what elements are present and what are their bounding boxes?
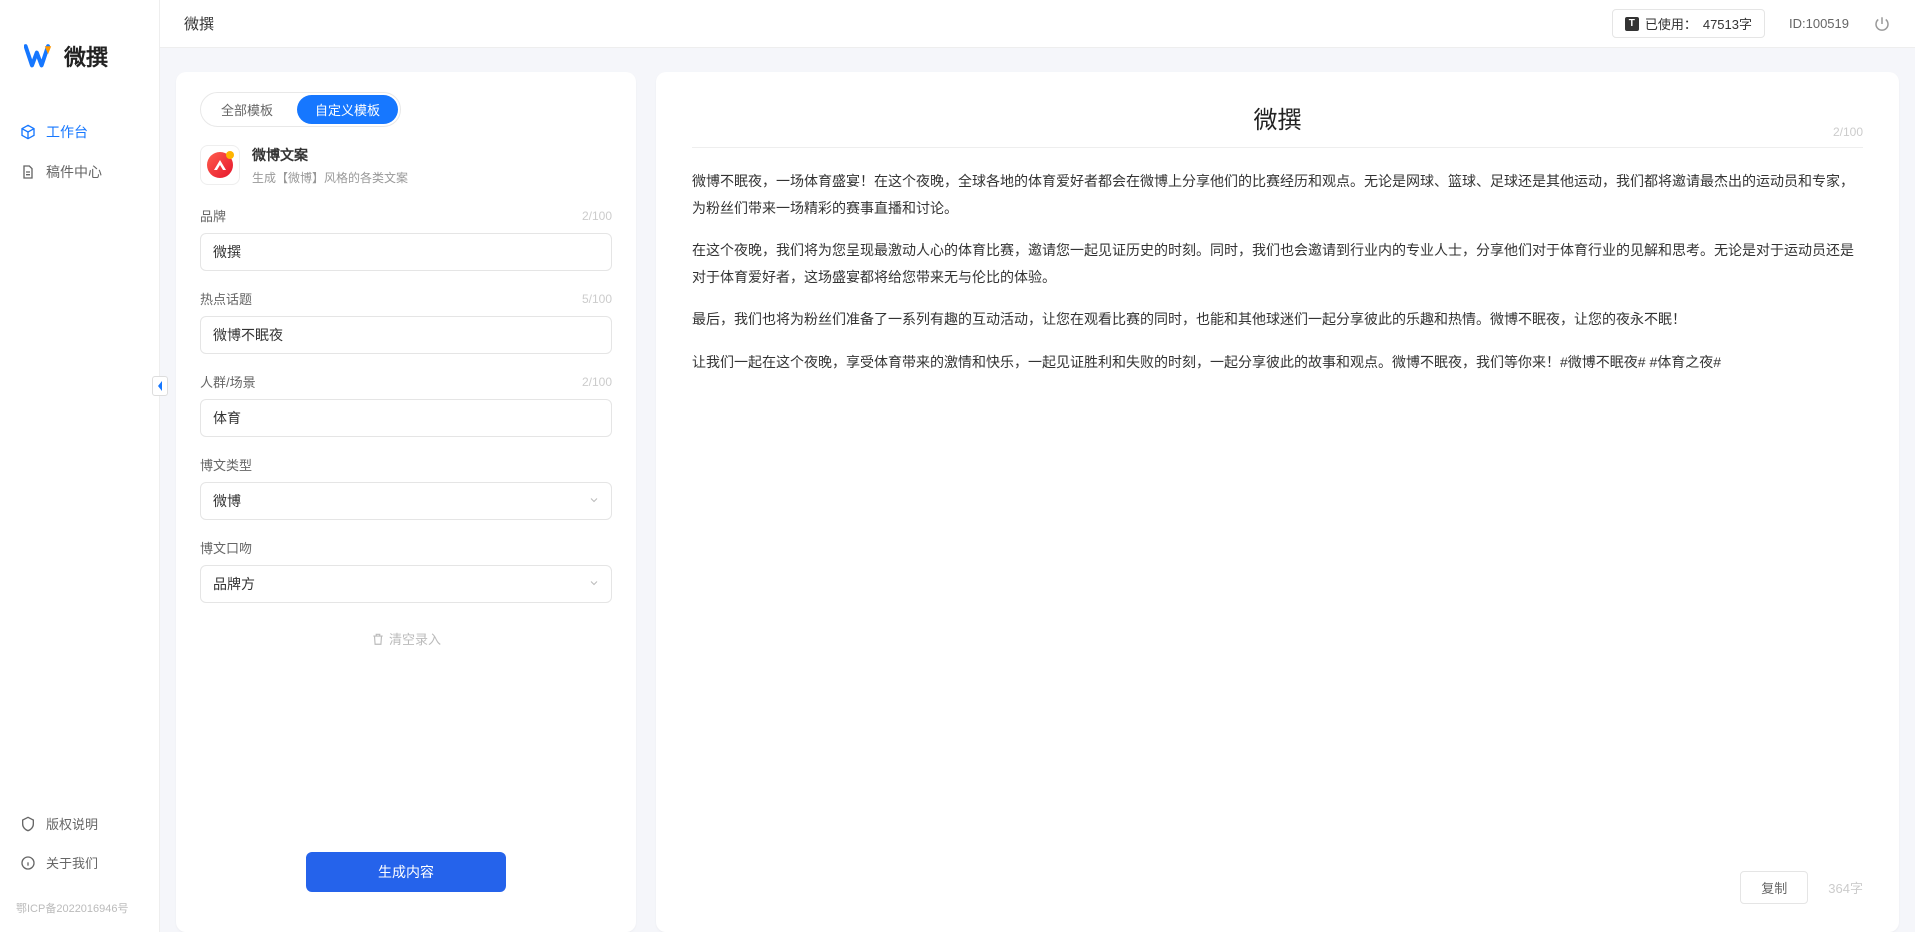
generate-button[interactable]: 生成内容 bbox=[306, 852, 506, 892]
template-desc: 生成【微博】风格的各类文案 bbox=[252, 169, 408, 186]
char-count: 364字 bbox=[1828, 878, 1863, 897]
output-footer: 复制 364字 bbox=[692, 859, 1863, 904]
info-icon bbox=[20, 855, 36, 871]
form-group-topic: 热点话题 5/100 bbox=[200, 289, 612, 354]
form-group-ptype: 博文类型 微博 bbox=[200, 455, 612, 520]
main: 微撰 T 已使用： 47513字 ID:100519 全部模板 自定义模板 bbox=[160, 0, 1915, 932]
shield-icon bbox=[20, 816, 36, 832]
form-group-brand: 品牌 2/100 bbox=[200, 206, 612, 271]
nav-about[interactable]: 关于我们 bbox=[0, 843, 159, 882]
clear-label: 清空录入 bbox=[389, 629, 441, 648]
copy-button[interactable]: 复制 bbox=[1740, 871, 1808, 904]
output-header: 微撰 2/100 bbox=[692, 100, 1863, 148]
select-tone[interactable]: 品牌方 bbox=[200, 565, 612, 603]
nav-drafts[interactable]: 稿件中心 bbox=[0, 152, 159, 192]
nav-workbench[interactable]: 工作台 bbox=[0, 112, 159, 152]
weibo-icon bbox=[200, 145, 240, 185]
tab-custom-template[interactable]: 自定义模板 bbox=[297, 95, 398, 124]
nav: 工作台 稿件中心 bbox=[0, 102, 159, 804]
label-ptype: 博文类型 bbox=[200, 455, 252, 474]
label-scene: 人群/场景 bbox=[200, 372, 256, 391]
label-brand: 品牌 bbox=[200, 206, 226, 225]
template-title: 微博文案 bbox=[252, 145, 408, 165]
power-icon[interactable] bbox=[1873, 15, 1891, 33]
nav-label: 关于我们 bbox=[46, 853, 98, 872]
logo-text: 微撰 bbox=[64, 40, 108, 72]
count-topic: 5/100 bbox=[582, 292, 612, 306]
label-topic: 热点话题 bbox=[200, 289, 252, 308]
usage-badge[interactable]: T 已使用： 47513字 bbox=[1612, 9, 1765, 38]
form-panel: 全部模板 自定义模板 微博文案 生成【微博】风格的各类文案 品牌 bbox=[176, 72, 636, 932]
count-brand: 2/100 bbox=[582, 209, 612, 223]
doc-icon bbox=[20, 164, 36, 180]
output-panel: 微撰 2/100 微博不眠夜，一场体育盛宴！在这个夜晚，全球各地的体育爱好者都会… bbox=[656, 72, 1899, 932]
usage-prefix: 已使用： bbox=[1645, 14, 1697, 33]
form: 品牌 2/100 热点话题 5/100 bbox=[200, 206, 612, 912]
page-title: 微撰 bbox=[184, 13, 214, 34]
form-group-tone: 博文口吻 品牌方 bbox=[200, 538, 612, 603]
input-scene[interactable] bbox=[200, 399, 612, 437]
form-group-scene: 人群/场景 2/100 bbox=[200, 372, 612, 437]
icp-footer: 鄂ICP备2022016946号 bbox=[0, 892, 159, 932]
output-paragraph: 最后，我们也将为粉丝们准备了一系列有趣的互动活动，让您在观看比赛的同时，也能和其… bbox=[692, 306, 1863, 333]
cube-icon bbox=[20, 124, 36, 140]
sidebar-collapse[interactable] bbox=[152, 376, 168, 396]
output-paragraph: 让我们一起在这个夜晚，享受体育带来的激情和快乐，一起见证胜利和失败的时刻，一起分… bbox=[692, 349, 1863, 376]
tabs: 全部模板 自定义模板 bbox=[200, 92, 401, 127]
topbar: 微撰 T 已使用： 47513字 ID:100519 bbox=[160, 0, 1915, 48]
count-scene: 2/100 bbox=[582, 375, 612, 389]
logo-icon bbox=[24, 42, 56, 70]
clear-button[interactable]: 清空录入 bbox=[200, 621, 612, 664]
usage-value: 47513字 bbox=[1703, 14, 1752, 33]
sidebar: 微撰 工作台 稿件中心 版权说明 bbox=[0, 0, 160, 932]
bottom-nav: 版权说明 关于我们 bbox=[0, 804, 159, 892]
output-body: 微博不眠夜，一场体育盛宴！在这个夜晚，全球各地的体育爱好者都会在微博上分享他们的… bbox=[692, 168, 1863, 859]
user-id: ID:100519 bbox=[1789, 16, 1849, 31]
nav-label: 稿件中心 bbox=[46, 162, 102, 182]
output-paragraph: 微博不眠夜，一场体育盛宴！在这个夜晚，全球各地的体育爱好者都会在微博上分享他们的… bbox=[692, 168, 1863, 221]
trash-icon bbox=[371, 632, 385, 646]
template-header: 微博文案 生成【微博】风格的各类文案 bbox=[200, 145, 612, 186]
label-tone: 博文口吻 bbox=[200, 538, 252, 557]
usage-icon: T bbox=[1625, 17, 1639, 31]
output-page: 2/100 bbox=[1833, 125, 1863, 139]
output-title: 微撰 bbox=[1254, 100, 1302, 135]
topbar-right: T 已使用： 47513字 ID:100519 bbox=[1612, 9, 1891, 38]
input-brand[interactable] bbox=[200, 233, 612, 271]
nav-label: 工作台 bbox=[46, 122, 88, 142]
tab-all-templates[interactable]: 全部模板 bbox=[203, 95, 291, 124]
content: 全部模板 自定义模板 微博文案 生成【微博】风格的各类文案 品牌 bbox=[160, 48, 1915, 932]
logo: 微撰 bbox=[0, 20, 159, 102]
output-paragraph: 在这个夜晚，我们将为您呈现最激动人心的体育比赛，邀请您一起见证历史的时刻。同时，… bbox=[692, 237, 1863, 290]
input-topic[interactable] bbox=[200, 316, 612, 354]
select-ptype[interactable]: 微博 bbox=[200, 482, 612, 520]
nav-copyright[interactable]: 版权说明 bbox=[0, 804, 159, 843]
nav-label: 版权说明 bbox=[46, 814, 98, 833]
